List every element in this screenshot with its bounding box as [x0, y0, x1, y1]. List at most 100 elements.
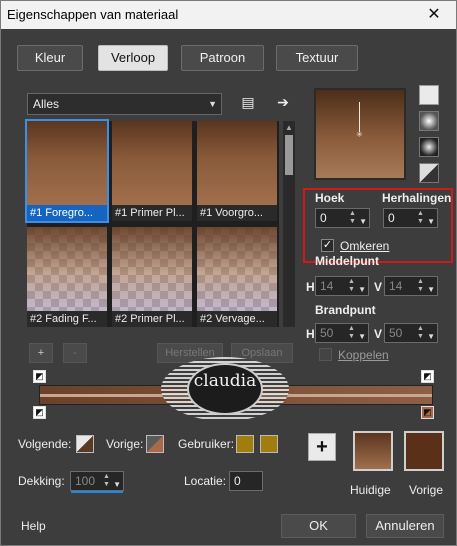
- spinner-icon[interactable]: ▲ ▼: [349, 210, 357, 226]
- repeats-input[interactable]: 0 ▲ ▼ ▼: [383, 208, 438, 228]
- spinner-icon[interactable]: ▲ ▼: [348, 278, 356, 294]
- user-swatch-2[interactable]: [260, 435, 278, 453]
- gradient-item[interactable]: #2 Vervage...: [197, 227, 277, 327]
- spinner-icon[interactable]: ▲ ▼: [417, 278, 425, 294]
- rectangular-style-button[interactable]: [419, 111, 439, 131]
- color-stop-right[interactable]: ◩: [421, 406, 434, 419]
- link-checkbox[interactable]: [319, 348, 332, 361]
- tab-patroon[interactable]: Patroon: [181, 45, 264, 71]
- opacity-label: Dekking:: [18, 474, 65, 488]
- angle-input[interactable]: 0 ▲ ▼ ▼: [315, 208, 370, 228]
- arrow-right-icon[interactable]: ➔: [272, 91, 294, 113]
- cancel-button[interactable]: Annuleren: [366, 514, 444, 538]
- gradient-item-label: #1 Foregro...: [27, 205, 107, 221]
- gradient-thumbnail: [112, 121, 192, 205]
- gradient-thumbnail: [197, 121, 277, 205]
- watermark-logo: claudia: [161, 357, 289, 421]
- gradient-thumbnail: [112, 227, 192, 311]
- location-value: 0: [234, 474, 241, 488]
- focal-v-input[interactable]: 50 ▲ ▼ ▼: [384, 323, 438, 343]
- background-swatch[interactable]: [146, 435, 164, 453]
- spinner-icon[interactable]: ▲ ▼: [417, 210, 425, 226]
- help-link[interactable]: Help: [21, 519, 46, 533]
- add-to-swatches-button[interactable]: +: [308, 433, 336, 461]
- tab-verloop[interactable]: Verloop: [98, 45, 168, 71]
- chevron-down-icon[interactable]: ▼: [427, 281, 435, 299]
- opacity-value: 100: [75, 474, 96, 488]
- opacity-stop-right[interactable]: ◩: [421, 370, 434, 383]
- gradient-preview[interactable]: ✳: [314, 88, 406, 180]
- current-label: Huidige: [350, 483, 391, 497]
- list-view-icon[interactable]: ▤: [237, 91, 259, 113]
- gradient-item[interactable]: #1 Primer Pl...: [112, 121, 192, 221]
- linear-style-button[interactable]: [419, 85, 439, 105]
- previous-swatch[interactable]: [404, 431, 444, 471]
- focal-point-label: Brandpunt: [315, 303, 376, 317]
- previous-label: Vorige: [409, 483, 444, 497]
- spinner-icon[interactable]: ▲ ▼: [417, 325, 425, 341]
- spinner-icon[interactable]: ▲ ▼: [103, 473, 111, 489]
- center-point-label: Middelpunt: [315, 254, 379, 268]
- add-gradient-button[interactable]: +: [29, 343, 53, 363]
- chevron-down-icon[interactable]: ▼: [358, 328, 366, 346]
- gradient-item[interactable]: #2 Fading F...: [27, 227, 107, 327]
- gradient-item-label: #2 Vervage...: [197, 311, 277, 327]
- category-dropdown[interactable]: Alles ▼: [27, 93, 222, 115]
- gradient-item[interactable]: #2 Primer Pl...: [112, 227, 192, 327]
- gradient-item-label: #2 Fading F...: [27, 311, 107, 327]
- gradient-thumbnail: [197, 227, 277, 311]
- link-label: Koppelen: [338, 348, 389, 362]
- chevron-down-icon[interactable]: ▼: [358, 281, 366, 299]
- foreground-label: Volgende:: [18, 437, 72, 451]
- title-bar: Eigenschappen van materiaal ✕: [1, 1, 456, 29]
- chevron-down-icon[interactable]: ▼: [427, 213, 435, 231]
- gradient-thumbnail: [27, 227, 107, 311]
- focal-v-label: V: [374, 327, 383, 341]
- current-swatch[interactable]: [353, 431, 393, 471]
- invert-label: Omkeren: [340, 239, 390, 253]
- sunburst-style-button[interactable]: [419, 163, 439, 183]
- grid-scrollbar[interactable]: ▲: [283, 121, 295, 327]
- chevron-down-icon[interactable]: ▼: [427, 328, 435, 346]
- location-input[interactable]: 0: [229, 471, 263, 491]
- gradient-item[interactable]: #1 Foregro...: [25, 119, 109, 223]
- center-h-label: H: [306, 280, 315, 294]
- tab-bar: Kleur Verloop Patroon Textuur: [1, 45, 456, 73]
- gradient-item[interactable]: #1 Voorgro...: [197, 121, 277, 221]
- spinner-icon[interactable]: ▲ ▼: [348, 325, 356, 341]
- scroll-up-icon[interactable]: ▲: [285, 123, 293, 132]
- material-properties-dialog: Eigenschappen van materiaal ✕ Kleur Verl…: [0, 0, 457, 546]
- opacity-input[interactable]: 100 ▲ ▼ ▼: [70, 471, 124, 493]
- chevron-down-icon[interactable]: ▼: [359, 213, 367, 231]
- repeats-label: Herhalingen: [382, 191, 452, 205]
- radial-style-button[interactable]: [419, 137, 439, 157]
- gradient-item-label: #1 Voorgro...: [197, 205, 277, 221]
- foreground-swatch[interactable]: [76, 435, 94, 453]
- user-swatch-1[interactable]: [236, 435, 254, 453]
- focal-h-input[interactable]: 50 ▲ ▼ ▼: [315, 323, 369, 343]
- invert-checkbox[interactable]: ✓: [321, 239, 334, 252]
- ok-button[interactable]: OK: [281, 514, 356, 538]
- gradient-item-label: #2 Primer Pl...: [112, 311, 192, 327]
- center-v-label: V: [374, 280, 383, 294]
- center-v-value: 14: [389, 279, 403, 293]
- chevron-down-icon: ▼: [208, 99, 217, 109]
- gradient-grid: #1 Foregro... #1 Primer Pl... #1 Voorgro…: [25, 119, 279, 327]
- opacity-stop-left[interactable]: ◩: [33, 370, 46, 383]
- scrollbar-thumb[interactable]: [285, 135, 293, 175]
- angle-indicator: [359, 102, 360, 132]
- angle-label: Hoek: [315, 191, 345, 205]
- center-v-input[interactable]: 14 ▲ ▼ ▼: [384, 276, 438, 296]
- repeats-value: 0: [388, 211, 395, 225]
- opacity-slider[interactable]: [71, 491, 123, 493]
- user-label: Gebruiker:: [178, 437, 235, 451]
- tab-textuur[interactable]: Textuur: [276, 45, 358, 71]
- close-button[interactable]: ✕: [412, 1, 456, 29]
- gradient-item-label: #1 Primer Pl...: [112, 205, 192, 221]
- tab-kleur[interactable]: Kleur: [17, 45, 83, 71]
- focal-h-label: H: [306, 327, 315, 341]
- window-title: Eigenschappen van materiaal: [7, 7, 179, 22]
- remove-gradient-button[interactable]: -: [63, 343, 87, 363]
- color-stop-left[interactable]: ◩: [33, 406, 46, 419]
- center-h-input[interactable]: 14 ▲ ▼ ▼: [315, 276, 369, 296]
